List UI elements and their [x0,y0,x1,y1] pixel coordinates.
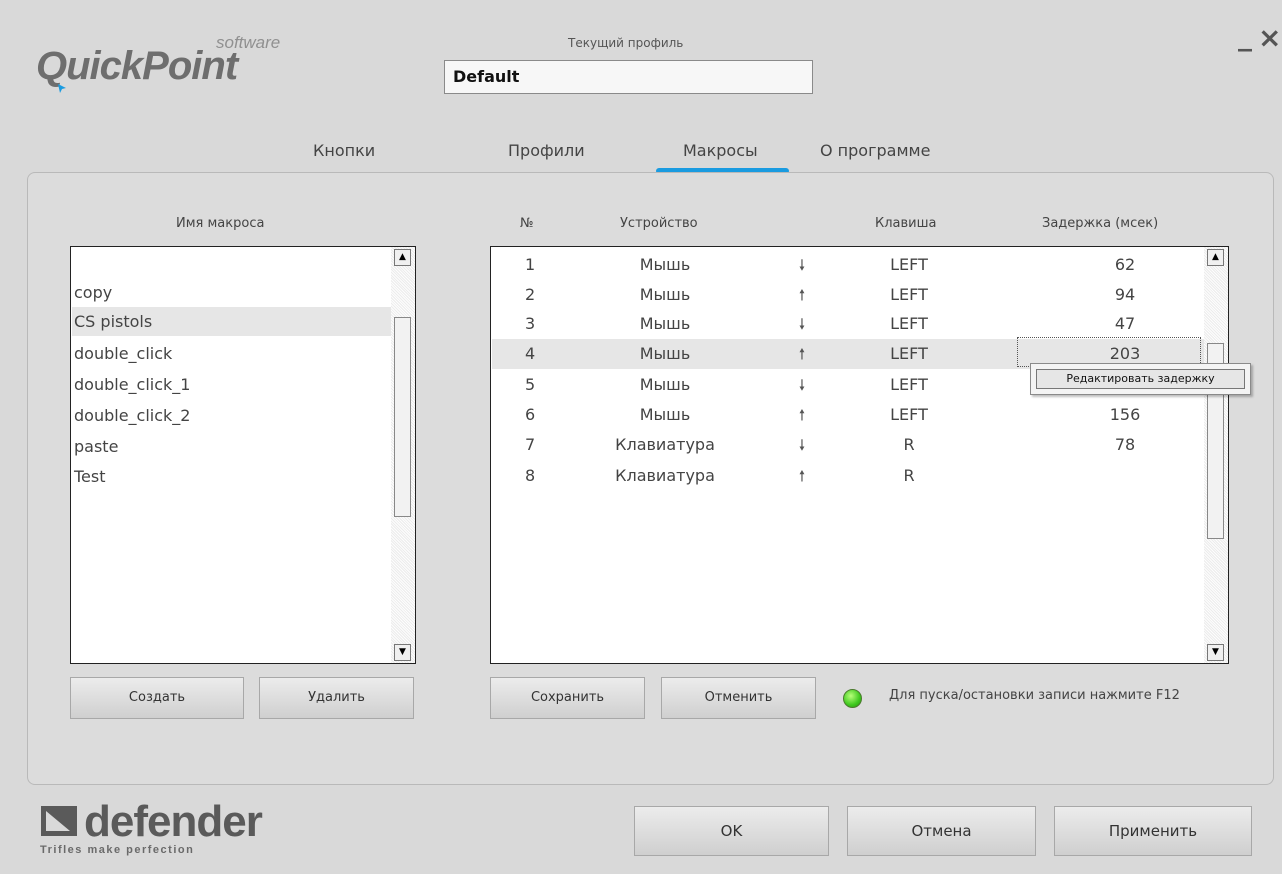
list-item[interactable]: double_click_1 [72,370,394,399]
cancel-macro-button[interactable]: Отменить [661,677,816,719]
arrow-up-icon: 🠕 [798,467,806,485]
step-device: Мышь [639,314,691,333]
step-device: Мышь [639,285,691,304]
table-row[interactable]: 8 Клавиатура 🠕 R [492,461,1204,491]
table-row[interactable]: 7 Клавиатура 🠗 R 78 [492,430,1204,460]
step-device: Мышь [639,344,691,363]
scroll-down-icon[interactable]: ▼ [394,644,411,661]
context-menu: Редактировать задержку [1030,363,1251,395]
steps-list-scrollbar[interactable]: ▲ ▼ [1204,247,1228,663]
list-item-selected[interactable]: CS pistols [72,307,394,336]
step-key: LEFT [890,285,928,304]
brand-name: defender [84,797,263,846]
step-device: Клавиатура [615,466,715,485]
ok-button[interactable]: OK [634,806,829,856]
step-delay: 156 [1109,405,1141,424]
table-row[interactable]: 2 Мышь 🠕 LEFT 94 [492,280,1204,310]
table-row[interactable]: 1 Мышь 🠗 LEFT 62 [492,250,1204,280]
scroll-down-icon[interactable]: ▼ [1207,644,1224,661]
step-delay: 94 [1114,285,1136,304]
arrow-down-icon: 🠗 [798,256,806,274]
macro-list-scrollbar[interactable]: ▲ ▼ [391,247,415,663]
arrow-down-icon: 🠗 [798,315,806,333]
key-header: Клавиша [875,216,937,231]
step-key: LEFT [890,344,928,363]
arrow-down-icon: 🠗 [798,376,806,394]
macro-steps-list[interactable]: 1 Мышь 🠗 LEFT 62 2 Мышь 🠕 LEFT 94 3 Мышь… [490,246,1229,664]
step-num: 8 [525,466,536,485]
list-item[interactable]: copy [72,278,394,307]
list-item[interactable]: double_click_2 [72,401,394,430]
step-delay: 78 [1114,435,1136,454]
step-device: Мышь [639,255,691,274]
step-key: LEFT [890,255,928,274]
list-item[interactable]: paste [72,432,394,461]
step-delay: 47 [1114,314,1136,333]
scroll-up-icon[interactable]: ▲ [1207,249,1224,266]
step-key: R [903,435,915,454]
minimize-button[interactable]: _ [1238,22,1252,50]
tab-about[interactable]: О программе [820,141,930,160]
step-num: 7 [525,435,536,454]
step-num: 1 [525,255,536,274]
step-num: 6 [525,405,536,424]
step-device: Мышь [639,405,691,424]
app-logo-subtitle: software [216,33,281,52]
step-key: R [903,466,915,485]
step-num: 4 [525,344,536,363]
edit-delay-menu-item[interactable]: Редактировать задержку [1036,369,1245,389]
current-profile-field[interactable]: Default [444,60,813,94]
record-hint: Для пуска/остановки записи нажмите F12 [889,688,1180,703]
step-num: 5 [525,375,536,394]
step-num: 2 [525,285,536,304]
tab-profiles[interactable]: Профили [508,141,585,160]
macro-name-header: Имя макроса [176,216,265,231]
arrow-down-icon: 🠗 [798,436,806,454]
tab-macros[interactable]: Макросы [683,141,758,160]
arrow-up-icon: 🠕 [798,345,806,363]
list-item[interactable]: double_click [72,339,394,368]
logo-mark-icon [58,84,66,93]
list-item[interactable]: Test [72,462,394,491]
delay-header: Задержка (мсек) [1042,216,1159,231]
dialog-cancel-button[interactable]: Отмена [847,806,1036,856]
delete-macro-button[interactable]: Удалить [259,677,414,719]
step-key: LEFT [890,314,928,333]
table-row[interactable]: 6 Мышь 🠕 LEFT 156 [492,400,1204,430]
step-delay: 62 [1114,255,1136,274]
record-status-led-icon [843,689,862,708]
close-button[interactable]: × [1258,24,1281,52]
table-row[interactable]: 3 Мышь 🠗 LEFT 47 [492,309,1204,339]
step-key: LEFT [890,375,928,394]
arrow-up-icon: 🠕 [798,286,806,304]
scroll-up-icon[interactable]: ▲ [394,249,411,266]
tab-buttons[interactable]: Кнопки [313,141,375,160]
create-macro-button[interactable]: Создать [70,677,244,719]
current-profile-label: Текущий профиль [568,36,684,50]
arrow-up-icon: 🠕 [798,406,806,424]
step-num: 3 [525,314,536,333]
apply-button[interactable]: Применить [1054,806,1252,856]
macro-list[interactable]: copy CS pistols double_click double_clic… [70,246,416,664]
step-device: Мышь [639,375,691,394]
defender-logo-icon [41,806,77,836]
step-device: Клавиатура [615,435,715,454]
save-macro-button[interactable]: Сохранить [490,677,645,719]
step-key: LEFT [890,405,928,424]
brand-tagline: Trifles make perfection [40,844,195,856]
step-num-header: № [520,216,534,231]
scrollbar-thumb[interactable] [394,317,411,517]
device-header: Устройство [620,216,698,231]
